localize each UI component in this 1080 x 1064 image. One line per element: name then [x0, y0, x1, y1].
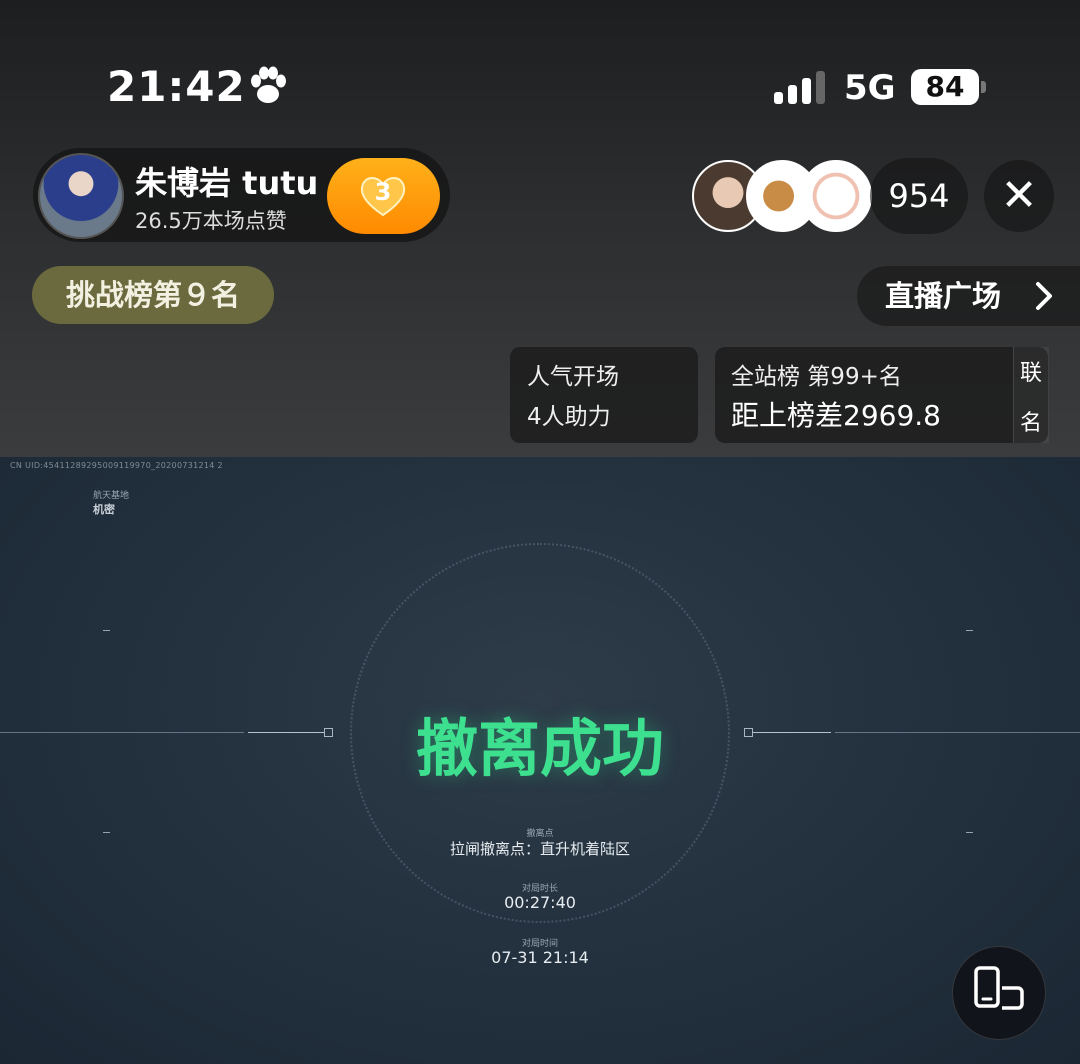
hud-tick	[966, 832, 973, 833]
host-avatar[interactable]	[38, 153, 124, 239]
site-rank-title: 全站榜 第99+名	[731, 364, 902, 390]
site-rank-gap: 距上榜差2969.8	[731, 399, 941, 432]
hud-line	[835, 732, 1080, 733]
battery-cap	[981, 81, 986, 93]
match-duration-value: 00:27:40	[504, 893, 576, 912]
joint-rank-tab[interactable]: 联 名	[1013, 347, 1049, 443]
popularity-support: 4人助力	[527, 404, 611, 430]
status-time: 21:42	[107, 62, 246, 111]
hud-tick	[966, 630, 973, 631]
rotate-screen-button[interactable]	[952, 946, 1046, 1040]
extraction-point-value: 拉闸撤离点：直升机着陆区	[449, 840, 630, 858]
hud-line	[753, 732, 831, 733]
hud-marker	[324, 728, 333, 737]
challenge-rank-badge[interactable]: 挑战榜第９名	[32, 266, 274, 324]
rotate-screen-icon	[974, 966, 1024, 1010]
extraction-success-title: 撤离成功	[415, 712, 664, 785]
hud-tick	[103, 630, 110, 631]
game-uid: CN UID:45411289295009119970_20200731214 …	[10, 461, 223, 470]
close-button[interactable]: ✕	[984, 160, 1054, 232]
fan-level: 3	[374, 178, 392, 206]
chevron-right-icon	[1036, 282, 1052, 310]
viewer-count[interactable]: 954	[870, 158, 968, 234]
host-likes: 26.5万本场点赞	[135, 209, 287, 233]
viewer-avatar[interactable]	[800, 160, 872, 232]
battery-level: 84	[911, 69, 979, 105]
signal-icon	[774, 71, 825, 104]
match-time-value: 07-31 21:14	[491, 948, 589, 967]
network-type: 5G	[844, 68, 896, 108]
host-name: 朱博岩 tutu	[135, 164, 319, 202]
joint-rank-tab-char: 联	[1020, 361, 1043, 386]
hud-line	[248, 732, 324, 733]
joint-rank-tab-char: 名	[1020, 411, 1043, 436]
map-name: 机密	[93, 503, 115, 516]
close-icon: ✕	[1000, 170, 1038, 221]
map-label: 航天基地	[93, 491, 130, 501]
hud-tick	[103, 832, 110, 833]
paw-icon	[251, 66, 286, 103]
hud-marker	[744, 728, 753, 737]
hud-line	[0, 732, 244, 733]
popularity-title: 人气开场	[527, 364, 619, 390]
